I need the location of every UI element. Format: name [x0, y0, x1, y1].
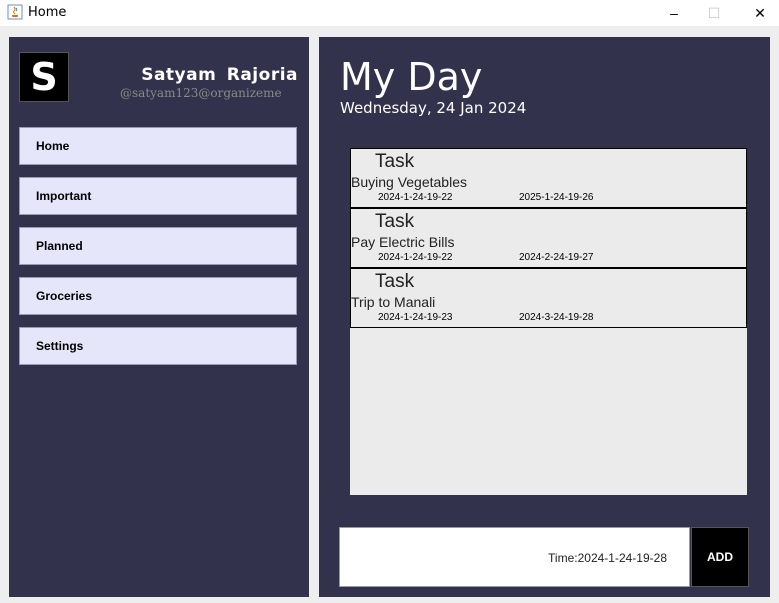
- task-due-time: 2025-1-24-19-26: [519, 192, 594, 203]
- task-card[interactable]: Task Pay Electric Bills 2024-1-24-19-22 …: [350, 208, 747, 268]
- sidebar-item-groceries[interactable]: Groceries: [19, 277, 297, 315]
- profile-logo: S: [19, 52, 69, 102]
- time-readout: Time:2024-1-24-19-28: [548, 551, 667, 565]
- sidebar-item-label: Important: [36, 189, 92, 203]
- sidebar-item-important[interactable]: Important: [19, 177, 297, 215]
- task-name: Trip to Manali: [351, 294, 436, 310]
- task-name: Pay Electric Bills: [351, 234, 455, 250]
- task-created-time: 2024-1-24-19-23: [378, 312, 453, 323]
- java-cup-icon: [7, 4, 23, 20]
- close-icon: ✕: [754, 4, 766, 21]
- window-title: Home: [28, 5, 67, 20]
- minimize-icon: –: [670, 5, 678, 21]
- sidebar-item-planned[interactable]: Planned: [19, 227, 297, 265]
- sidebar-item-label: Groceries: [36, 289, 93, 303]
- task-due-time: 2024-3-24-19-28: [519, 312, 594, 323]
- sidebar-item-label: Planned: [36, 239, 83, 253]
- task-name: Buying Vegetables: [351, 174, 467, 190]
- page-title: My Day: [340, 55, 483, 99]
- task-card[interactable]: Task Buying Vegetables 2024-1-24-19-22 2…: [350, 148, 747, 208]
- maximize-button[interactable]: ☐: [691, 0, 737, 26]
- task-label: Task: [375, 271, 415, 292]
- user-handle: @satyam123@organizeme: [120, 86, 282, 100]
- add-button[interactable]: ADD: [691, 527, 749, 587]
- task-created-time: 2024-1-24-19-22: [378, 252, 453, 263]
- task-due-time: 2024-2-24-19-27: [519, 252, 594, 263]
- task-card[interactable]: Task Trip to Manali 2024-1-24-19-23 2024…: [350, 268, 747, 328]
- main-panel: My Day Wednesday, 24 Jan 2024 Task Buyin…: [319, 37, 770, 597]
- task-label: Task: [375, 211, 415, 232]
- task-label: Task: [375, 151, 415, 172]
- sidebar-item-settings[interactable]: Settings: [19, 327, 297, 365]
- close-button[interactable]: ✕: [737, 0, 779, 26]
- maximize-icon: ☐: [707, 4, 721, 21]
- task-created-time: 2024-1-24-19-22: [378, 192, 453, 203]
- task-list[interactable]: Task Buying Vegetables 2024-1-24-19-22 2…: [350, 148, 747, 495]
- user-name: Satyam Rajoria: [141, 65, 298, 85]
- sidebar: S Satyam Rajoria @satyam123@organizeme H…: [9, 37, 309, 597]
- window-body: S Satyam Rajoria @satyam123@organizeme H…: [0, 26, 779, 603]
- task-input-field[interactable]: Time:2024-1-24-19-28: [339, 527, 690, 587]
- title-bar: Home – ☐ ✕: [0, 0, 779, 26]
- sidebar-item-label: Settings: [36, 339, 84, 353]
- page-date: Wednesday, 24 Jan 2024: [340, 99, 527, 117]
- sidebar-item-label: Home: [36, 139, 70, 153]
- sidebar-item-home[interactable]: Home: [19, 127, 297, 165]
